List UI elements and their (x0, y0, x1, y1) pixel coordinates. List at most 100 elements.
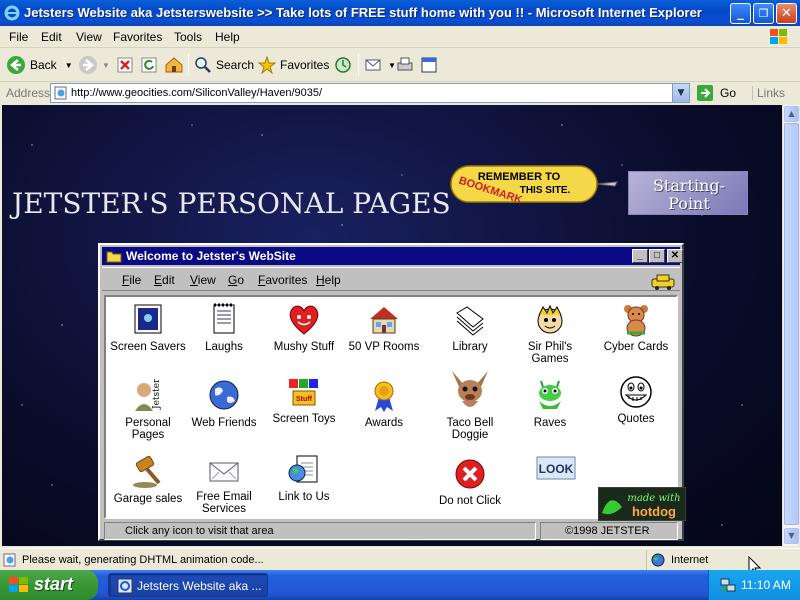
icon-label: Screen Savers (110, 341, 186, 353)
starting-point-link[interactable]: Starting- Point (628, 171, 748, 215)
raves-link[interactable]: Raves (510, 379, 590, 429)
edit-page-icon (421, 57, 437, 73)
back-button[interactable]: Back ▼ (6, 54, 73, 76)
mushy-stuff-link[interactable]: Mushy Stuff (264, 303, 344, 353)
page-icon (54, 86, 67, 100)
network-icon[interactable] (719, 577, 737, 593)
globe-icon (209, 380, 239, 410)
address-dropdown-icon[interactable]: ▼ (672, 84, 689, 102)
address-input[interactable]: http://www.geocities.com/SiliconValley/H… (50, 83, 690, 103)
back-arrow-icon (7, 56, 25, 74)
favorites-button[interactable]: Favorites (258, 54, 329, 76)
laughs-link[interactable]: Laughs (184, 303, 264, 353)
icon-label: Garage sales (113, 493, 183, 505)
links-button[interactable]: Links (752, 86, 785, 100)
menu-favorites[interactable]: Favorites (113, 30, 162, 44)
do-not-click-link[interactable]: Do not Click (430, 457, 510, 507)
cyber-cards-link[interactable]: Cyber Cards (596, 303, 676, 353)
minimize-button[interactable]: _ (730, 3, 751, 24)
icon-label: 50 VP Rooms (348, 341, 420, 353)
search-label: Search (216, 58, 255, 72)
print-button[interactable] (396, 54, 418, 76)
w98-menu-view[interactable]: View (190, 273, 216, 287)
chihuahua-icon (452, 371, 488, 407)
w98-menu-edit[interactable]: Edit (154, 273, 175, 287)
refresh-icon (141, 57, 157, 73)
menu-edit[interactable]: Edit (41, 30, 62, 44)
history-button[interactable] (334, 54, 356, 76)
mail-dropdown-icon[interactable]: ▼ (388, 61, 396, 70)
web-friends-link[interactable]: Web Friends (184, 379, 264, 429)
pushpin-icon (596, 181, 618, 187)
w98-menu-file[interactable]: File (122, 273, 141, 287)
close-button[interactable]: ✕ (776, 3, 797, 24)
quotes-link[interactable]: Quotes (596, 375, 676, 425)
taco-bell-doggie-link[interactable]: Taco Bell Doggie (430, 367, 510, 441)
back-dropdown-icon[interactable]: ▼ (65, 61, 73, 70)
notepad-icon (213, 303, 235, 334)
address-label: Address (6, 86, 51, 100)
w98-close-button[interactable]: ✕ (667, 249, 683, 263)
made-with-hotdog-badge[interactable]: made with hotdog (598, 487, 686, 521)
forward-dropdown-icon[interactable]: ▼ (102, 61, 110, 70)
personal-pages-link[interactable]: Jetster Personal Pages (108, 379, 188, 441)
awards-link[interactable]: Awards (344, 379, 424, 429)
icon-label: Sir Phil's Games (527, 341, 573, 365)
scroll-down-icon[interactable]: ▼ (784, 528, 799, 544)
menu-file[interactable]: File (9, 30, 28, 44)
w98-minimize-button[interactable]: _ (632, 249, 648, 263)
books-icon (456, 306, 484, 336)
icon-label: Raves (533, 417, 567, 429)
menu-tools[interactable]: Tools (174, 30, 202, 44)
forward-button[interactable]: ▼ (78, 54, 110, 76)
w98-menu-favorites[interactable]: Favorites (258, 273, 307, 287)
search-button[interactable]: Search (194, 54, 254, 76)
bookmark-banner[interactable]: REMEMBER TO THIS SITE. BOOKMARK (449, 164, 619, 204)
screen-toys-link[interactable]: Stuff Screen Toys (264, 375, 344, 425)
w98-menu-help[interactable]: Help (316, 273, 341, 287)
printer-icon (397, 57, 413, 71)
vp-rooms-link[interactable]: 50 VP Rooms (344, 303, 424, 353)
go-button[interactable]: Go (696, 84, 736, 102)
home-button[interactable] (164, 54, 188, 76)
screen-savers-link[interactable]: Screen Savers (108, 303, 188, 353)
envelope-icon (209, 462, 239, 482)
library-link[interactable]: Library (430, 303, 510, 353)
free-email-link[interactable]: Free Email Services (184, 457, 264, 515)
scroll-up-icon[interactable]: ▲ (784, 106, 799, 122)
scroll-thumb[interactable] (784, 123, 799, 525)
home-icon (165, 57, 183, 73)
icon-label: Free Email Services (196, 491, 252, 515)
icon-label: Laughs (205, 341, 243, 353)
taskbar: start Jetsters Website aka ... 11:10 AM (0, 570, 800, 600)
link-to-us-link[interactable]: Link to Us (264, 453, 344, 503)
garage-sales-link[interactable]: Garage sales (108, 455, 188, 505)
status-message: Please wait, generating DHTML animation … (22, 554, 264, 566)
edit-button[interactable] (420, 54, 442, 76)
page-viewport: JETSTER'S PERSONAL PAGES REMEMBER TO THI… (2, 105, 782, 546)
menu-help[interactable]: Help (215, 30, 240, 44)
link-page-icon (288, 455, 318, 483)
w98-maximize-button[interactable]: □ (649, 249, 665, 263)
folder-icon (106, 251, 122, 263)
mail-button[interactable]: ▼ (364, 54, 396, 76)
taxi-icon (651, 274, 675, 290)
stop-button[interactable] (116, 54, 138, 76)
go-arrow-icon (697, 85, 713, 101)
taskbar-ie-window[interactable]: Jetsters Website aka ... (108, 573, 268, 597)
start-button[interactable]: start (0, 570, 98, 600)
w98-menu-go[interactable]: Go (228, 273, 244, 287)
bookmark-line1: REMEMBER TO (478, 171, 561, 183)
sir-phils-games-link[interactable]: Sir Phil's Games (510, 303, 590, 365)
maximize-button[interactable]: ❐ (753, 3, 774, 24)
look-link[interactable]: LOOK (516, 455, 596, 485)
icon-label: Awards (364, 417, 404, 429)
address-url: http://www.geocities.com/SiliconValley/H… (71, 87, 323, 99)
icon-area: Screen Savers Laughs Mushy Stuff 50 VP R… (104, 295, 686, 521)
menu-view[interactable]: View (76, 30, 102, 44)
icon-label: Screen Toys (272, 413, 336, 425)
vertical-scrollbar[interactable]: ▲ ▼ (782, 105, 799, 546)
start-label: start (34, 574, 74, 594)
window-title-bar[interactable]: Jetsters Website aka Jetsterswebsite >> … (0, 0, 800, 26)
refresh-button[interactable] (140, 54, 162, 76)
